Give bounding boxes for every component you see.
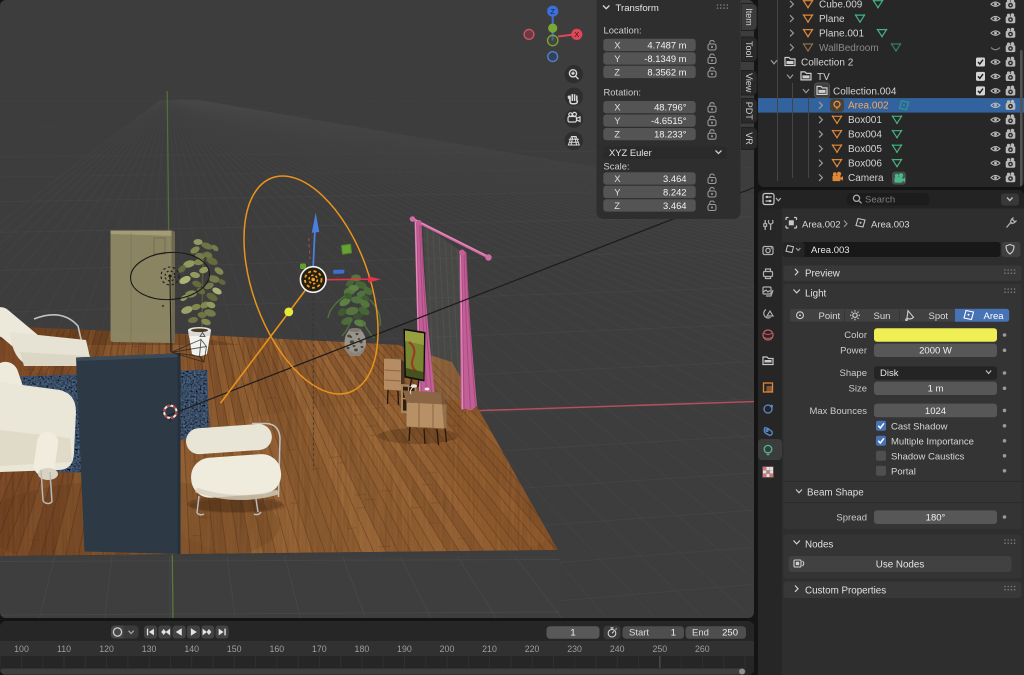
svg-text:250: 250 (652, 644, 667, 654)
svg-text:Area.003: Area.003 (811, 245, 850, 256)
svg-text:Multiple Importance: Multiple Importance (891, 436, 974, 447)
svg-text:Shadow Caustics: Shadow Caustics (891, 451, 965, 462)
svg-text:X: X (614, 173, 621, 184)
svg-text:Plane: Plane (819, 14, 845, 25)
svg-text:Box006: Box006 (848, 159, 882, 170)
svg-text:Area.002: Area.002 (848, 101, 889, 112)
svg-text:Start: Start (629, 628, 649, 639)
svg-text:48.796°: 48.796° (654, 102, 687, 113)
svg-text:Sun: Sun (874, 311, 891, 322)
svg-text:Portal: Portal (891, 466, 916, 477)
svg-text:XYZ Euler: XYZ Euler (609, 147, 652, 158)
svg-text:TV: TV (817, 72, 830, 83)
svg-text:Collection 2: Collection 2 (801, 57, 854, 68)
svg-text:Beam Shape: Beam Shape (807, 488, 864, 499)
svg-text:120: 120 (99, 644, 114, 654)
svg-text:Collection.004: Collection.004 (833, 86, 897, 97)
svg-text:Color: Color (844, 330, 867, 341)
svg-text:1024: 1024 (925, 406, 946, 417)
svg-text:Use Nodes: Use Nodes (876, 560, 925, 571)
svg-text:Point: Point (819, 311, 841, 322)
svg-text:Custom Properties: Custom Properties (805, 586, 886, 597)
svg-text:Z: Z (614, 129, 620, 140)
svg-text:220: 220 (525, 644, 540, 654)
svg-text:PDT: PDT (744, 102, 754, 121)
svg-text:260: 260 (695, 644, 710, 654)
svg-text:Camera: Camera (848, 173, 884, 184)
svg-text:250: 250 (722, 628, 738, 639)
svg-text:130: 130 (142, 644, 157, 654)
svg-text:240: 240 (610, 644, 625, 654)
svg-text:Transform: Transform (616, 3, 659, 14)
svg-text:VR: VR (744, 132, 754, 145)
svg-text:1: 1 (570, 628, 575, 639)
svg-text:Search: Search (865, 195, 895, 206)
svg-text:Size: Size (849, 384, 867, 395)
svg-text:150: 150 (227, 644, 242, 654)
svg-text:Shape: Shape (840, 368, 867, 379)
svg-text:Cube.009: Cube.009 (819, 0, 863, 11)
svg-text:Light: Light (805, 289, 827, 300)
svg-text:Area.002: Area.002 (802, 220, 841, 231)
svg-text:-4.6515°: -4.6515° (651, 115, 687, 126)
svg-text:Z: Z (614, 200, 620, 211)
svg-text:160: 160 (269, 644, 284, 654)
svg-text:Item: Item (744, 8, 754, 26)
svg-text:Plane.001: Plane.001 (819, 29, 864, 40)
svg-text:Z: Z (550, 7, 555, 16)
svg-text:Area.003: Area.003 (871, 220, 910, 231)
svg-text:100: 100 (14, 644, 29, 654)
svg-text:X: X (614, 102, 621, 113)
svg-text:230: 230 (567, 644, 582, 654)
svg-text:170: 170 (312, 644, 327, 654)
svg-text:Area: Area (984, 311, 1005, 322)
svg-text:190: 190 (397, 644, 412, 654)
svg-text:Tool: Tool (744, 41, 754, 58)
svg-text:Disk: Disk (880, 368, 899, 379)
svg-text:Y: Y (614, 53, 621, 64)
svg-text:180°: 180° (926, 513, 946, 524)
svg-text:210: 210 (482, 644, 497, 654)
svg-text:WallBedroom: WallBedroom (819, 43, 879, 54)
svg-text:Y: Y (614, 186, 621, 197)
svg-text:1 m: 1 m (928, 384, 944, 395)
svg-text:3.464: 3.464 (663, 200, 686, 211)
svg-text:200: 200 (440, 644, 455, 654)
svg-text:X: X (574, 30, 579, 39)
svg-text:Z: Z (614, 66, 620, 77)
svg-text:End: End (692, 628, 709, 639)
svg-text:18.233°: 18.233° (654, 129, 687, 140)
svg-text:Y: Y (614, 115, 621, 126)
svg-text:Rotation:: Rotation: (604, 87, 642, 98)
svg-text:Location:: Location: (604, 25, 642, 36)
svg-text:Cast Shadow: Cast Shadow (891, 421, 948, 432)
svg-text:View: View (744, 73, 754, 93)
svg-text:Preview: Preview (805, 269, 841, 280)
svg-text:Box004: Box004 (848, 130, 882, 141)
svg-text:Box005: Box005 (848, 144, 882, 155)
svg-text:-8.1349 m: -8.1349 m (644, 53, 686, 64)
svg-text:Box001: Box001 (848, 115, 882, 126)
svg-text:Scale:: Scale: (604, 161, 630, 172)
svg-text:8.3562 m: 8.3562 m (647, 66, 686, 77)
svg-text:8.242: 8.242 (663, 186, 686, 197)
svg-text:180: 180 (355, 644, 370, 654)
svg-text:X: X (614, 39, 621, 50)
svg-text:3.464: 3.464 (663, 173, 686, 184)
svg-text:Spot: Spot (929, 311, 949, 322)
svg-text:Max Bounces: Max Bounces (809, 406, 867, 417)
svg-text:140: 140 (184, 644, 199, 654)
svg-text:Power: Power (840, 346, 867, 357)
svg-text:1: 1 (671, 628, 676, 639)
svg-text:Spread: Spread (836, 513, 867, 524)
svg-text:4.7487 m: 4.7487 m (647, 39, 686, 50)
svg-text:Nodes: Nodes (805, 540, 833, 551)
svg-text:110: 110 (57, 644, 71, 654)
svg-text:2000 W: 2000 W (919, 346, 952, 357)
